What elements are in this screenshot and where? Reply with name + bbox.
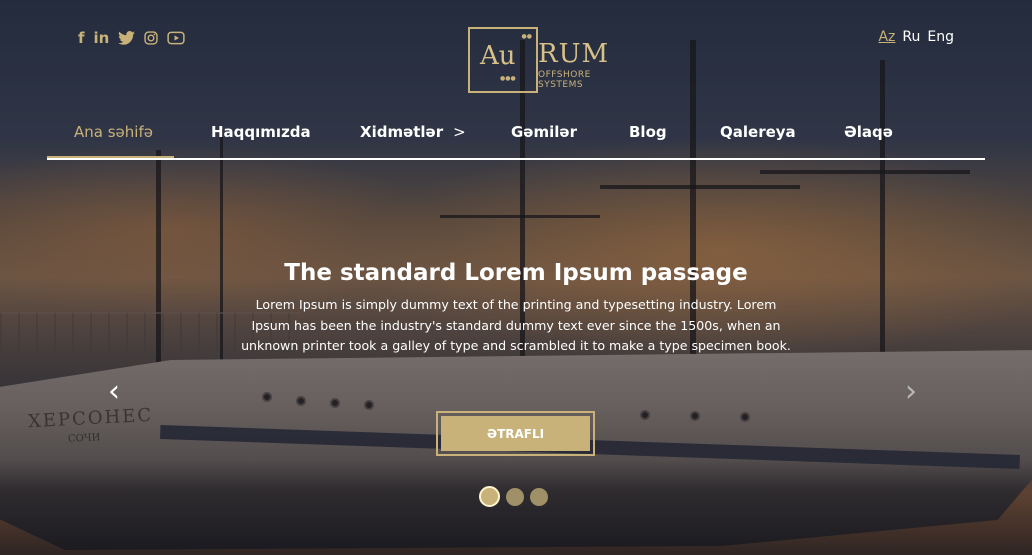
social-links: f in	[78, 30, 185, 46]
nav-contact[interactable]: Əlaqə	[844, 123, 893, 141]
nav-blog[interactable]: Blog	[629, 123, 667, 141]
logo-subtitle: OFFSHORE SYSTEMS	[538, 70, 591, 90]
nav-active-indicator	[47, 156, 174, 158]
nav-home[interactable]: Ana səhifə	[74, 123, 153, 141]
more-button[interactable]: ƏTRAFLI	[436, 411, 595, 456]
slider-dots	[479, 486, 548, 507]
twitter-icon[interactable]	[118, 31, 136, 45]
next-slide-icon[interactable]: ›	[905, 377, 917, 407]
nav-gallery[interactable]: Qalereya	[720, 123, 796, 141]
youtube-icon[interactable]	[167, 31, 185, 45]
logo-au: Au	[480, 41, 516, 71]
more-button-label: ƏTRAFLI	[441, 416, 590, 451]
slider-dot[interactable]	[506, 487, 524, 506]
logo-rum: RUM	[538, 39, 610, 69]
logo-dots: ●●●	[500, 75, 516, 82]
lang-az[interactable]: Az	[878, 29, 895, 45]
main-nav: Ana səhifə Haqqımızda Xidmətlər > Gəmilə…	[47, 118, 985, 160]
language-switcher: Az Ru Eng	[878, 29, 954, 45]
facebook-icon[interactable]: f	[78, 30, 85, 46]
linkedin-icon[interactable]: in	[94, 30, 110, 46]
slide-description: Lorem Ipsum is simply dummy text of the …	[241, 297, 791, 353]
slider-dot[interactable]	[479, 486, 500, 507]
chevron-right-icon: >	[448, 123, 466, 141]
lang-eng[interactable]: Eng	[927, 29, 954, 45]
hero-slider: ХЕРСОНЕС СОЧИ f in ●● ●●● Au RUM OFFSHOR…	[0, 0, 1032, 555]
prev-slide-icon[interactable]: ‹	[108, 377, 120, 407]
logo-dots: ●●	[521, 33, 532, 40]
nav-ships[interactable]: Gəmilər	[511, 123, 577, 141]
nav-about[interactable]: Haqqımızda	[211, 123, 311, 141]
slide-title: The standard Lorem Ipsum passage	[284, 260, 748, 286]
logo-line1: OFFSHORE	[538, 70, 591, 80]
lang-ru[interactable]: Ru	[902, 29, 920, 45]
aurum-logo[interactable]: ●● ●●● Au RUM OFFSHORE SYSTEMS	[468, 27, 608, 97]
nav-services-label: Xidmətlər	[360, 123, 444, 141]
logo-line2: SYSTEMS	[538, 80, 584, 90]
nav-services[interactable]: Xidmətlər >	[360, 123, 466, 141]
instagram-icon[interactable]	[144, 31, 159, 45]
slider-dot[interactable]	[530, 487, 548, 506]
